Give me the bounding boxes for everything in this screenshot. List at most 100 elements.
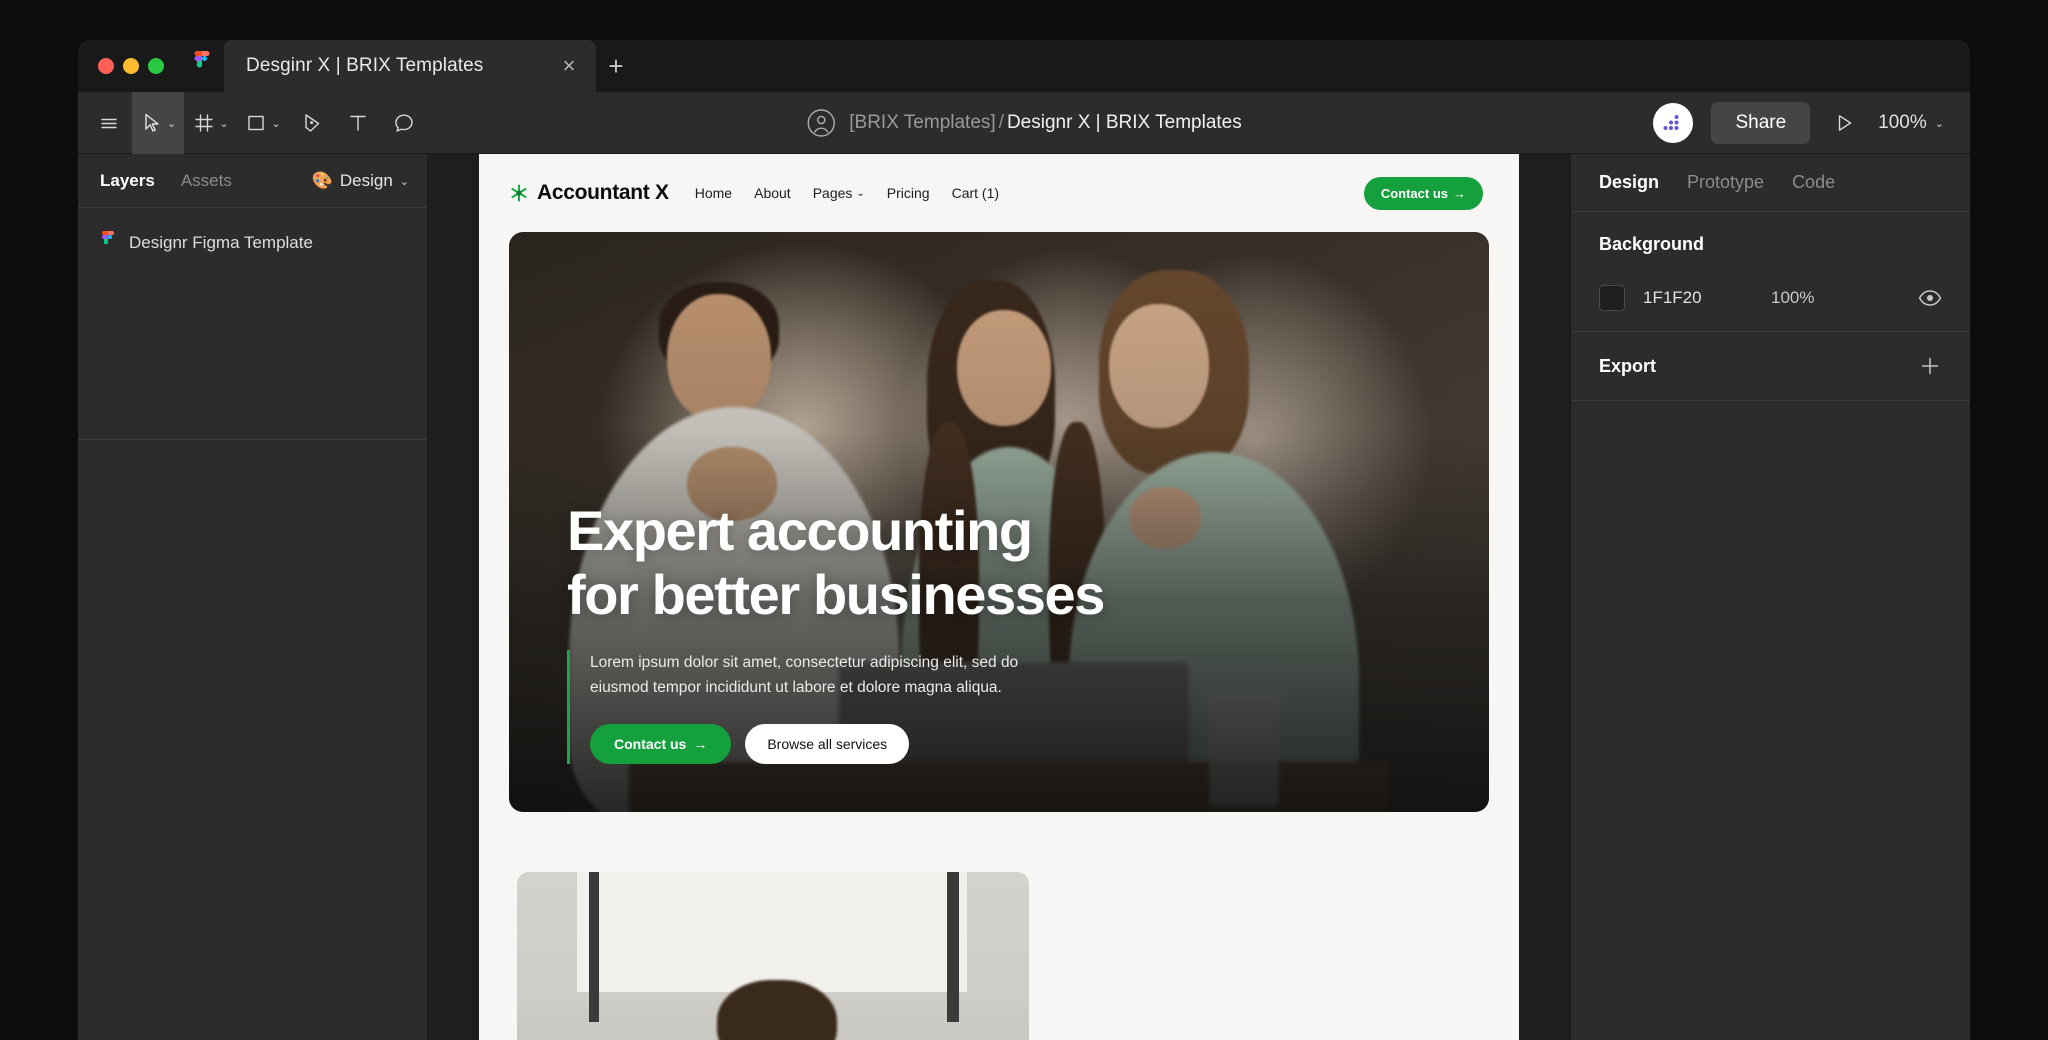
site-logo[interactable]: Accountant X bbox=[509, 181, 669, 205]
workspace: Layers Assets 🎨 Design ⌄ Designr Figma T… bbox=[78, 154, 1970, 1040]
chevron-down-icon[interactable]: ⌄ bbox=[219, 119, 228, 130]
figma-app-window: Desginr X | BRIX Templates × + ⌄ ⌄ ⌄ [BR… bbox=[78, 40, 1970, 1040]
breadcrumb-text[interactable]: [BRIX Templates] / Designr X | BRIX Templa… bbox=[849, 112, 1242, 134]
frame-icon bbox=[195, 113, 213, 132]
eye-icon bbox=[1918, 290, 1942, 306]
right-panel-tabs: Design Prototype Code bbox=[1571, 154, 1970, 212]
asterisk-logo-icon bbox=[511, 184, 527, 202]
comment-tool-button[interactable] bbox=[381, 92, 427, 154]
hero-contact-label: Contact us bbox=[614, 736, 687, 752]
tab-code[interactable]: Code bbox=[1792, 172, 1835, 193]
close-tab-icon[interactable]: × bbox=[558, 55, 580, 77]
palette-icon: 🎨 bbox=[311, 170, 333, 190]
avatar-dots-icon bbox=[1663, 114, 1679, 130]
left-panel-tabs: Layers Assets 🎨 Design ⌄ bbox=[78, 154, 427, 208]
breadcrumb-file: Designr X | BRIX Templates bbox=[1006, 111, 1242, 133]
site-menu-cart[interactable]: Cart (1) bbox=[952, 185, 999, 201]
site-menu-pages[interactable]: Pages ⌄ bbox=[813, 185, 865, 201]
play-icon bbox=[1838, 114, 1852, 131]
close-window-button[interactable] bbox=[98, 58, 114, 74]
pen-tool-button[interactable] bbox=[289, 92, 335, 154]
frame-tool-button[interactable]: ⌄ bbox=[184, 92, 236, 154]
canvas[interactable]: Accountant X Home About Pages ⌄ Pricing … bbox=[428, 154, 1570, 1040]
user-avatar-icon[interactable] bbox=[806, 108, 836, 138]
layers-list: Designr Figma Template bbox=[78, 208, 427, 264]
figma-toolbar: ⌄ ⌄ ⌄ [BRIX Templates] / Designr X | BRI… bbox=[78, 91, 1970, 154]
chevron-down-icon[interactable]: ⌄ bbox=[1935, 119, 1944, 130]
site-menu: Home About Pages ⌄ Pricing Cart (1) bbox=[695, 185, 999, 201]
site-contact-button[interactable]: Contact us → bbox=[1363, 176, 1483, 210]
rectangle-icon bbox=[248, 115, 265, 130]
tab-prototype[interactable]: Prototype bbox=[1687, 172, 1764, 193]
new-tab-button[interactable]: + bbox=[596, 40, 636, 92]
hero-buttons: Contact us → Browse all services bbox=[590, 724, 1429, 764]
arrow-right-icon: → bbox=[693, 736, 708, 752]
zoom-level-label: 100% bbox=[1878, 111, 1927, 133]
hero-heading: Expert accounting for better businesses bbox=[567, 499, 1105, 626]
add-export-button[interactable] bbox=[1918, 354, 1942, 378]
hero-section: Expert accounting for better businesses … bbox=[509, 232, 1489, 812]
background-opacity-value[interactable]: 100% bbox=[1771, 288, 1814, 308]
chevron-down-icon: ⌄ bbox=[856, 187, 865, 199]
figma-logo-icon bbox=[102, 231, 114, 245]
move-tool-button[interactable]: ⌄ bbox=[132, 91, 185, 154]
share-button[interactable]: Share bbox=[1711, 101, 1811, 144]
site-menu-home[interactable]: Home bbox=[695, 185, 732, 201]
background-section: Background 1F1F20 100% bbox=[1571, 212, 1970, 332]
hero-browse-services-button[interactable]: Browse all services bbox=[745, 724, 910, 764]
minimize-window-button[interactable] bbox=[123, 58, 139, 74]
hero-content: Expert accounting for better businesses … bbox=[567, 499, 1429, 764]
figma-logo-icon bbox=[180, 40, 224, 92]
section-two-photo bbox=[517, 872, 1029, 1040]
background-title: Background bbox=[1599, 234, 1705, 254]
site-menu-pricing[interactable]: Pricing bbox=[887, 185, 930, 201]
maximize-window-button[interactable] bbox=[148, 58, 164, 74]
browser-tab[interactable]: Desginr X | BRIX Templates × bbox=[224, 40, 596, 92]
layer-label: Designr Figma Template bbox=[129, 233, 313, 252]
hamburger-menu-icon bbox=[101, 118, 117, 128]
sidebar-divider bbox=[78, 439, 427, 440]
hero-sub-block: Lorem ipsum dolor sit amet, consectetur … bbox=[567, 649, 1429, 764]
breadcrumb: [BRIX Templates] / Designr X | BRIX Templa… bbox=[806, 108, 1242, 138]
design-dropdown-label: Design bbox=[339, 170, 393, 190]
hero-contact-button[interactable]: Contact us → bbox=[590, 724, 732, 764]
chevron-down-icon[interactable]: ⌄ bbox=[271, 119, 280, 130]
site-navbar: Accountant X Home About Pages ⌄ Pricing … bbox=[479, 154, 1519, 232]
breadcrumb-separator: / bbox=[998, 111, 1004, 133]
list-item[interactable]: Designr Figma Template bbox=[78, 222, 427, 264]
tab-strip: Desginr X | BRIX Templates × + bbox=[224, 40, 636, 92]
text-tool-button[interactable] bbox=[335, 92, 381, 154]
site-section-two bbox=[479, 812, 1519, 1040]
tab-design[interactable]: Design bbox=[1599, 172, 1659, 193]
chevron-down-icon[interactable]: ⌄ bbox=[400, 177, 409, 188]
tab-assets[interactable]: Assets bbox=[181, 171, 232, 191]
breadcrumb-project: [BRIX Templates] bbox=[849, 111, 996, 133]
website-frame: Accountant X Home About Pages ⌄ Pricing … bbox=[479, 154, 1519, 1040]
present-button[interactable] bbox=[1828, 107, 1860, 139]
hero-subtext: Lorem ipsum dolor sit amet, consectetur … bbox=[590, 653, 1019, 696]
background-row: 1F1F20 100% bbox=[1599, 285, 1942, 311]
site-menu-about[interactable]: About bbox=[754, 185, 791, 201]
chevron-down-icon[interactable]: ⌄ bbox=[167, 119, 176, 130]
shape-tool-button[interactable]: ⌄ bbox=[236, 92, 288, 154]
title-bar: Desginr X | BRIX Templates × + bbox=[78, 40, 1970, 92]
avatar[interactable] bbox=[1653, 102, 1694, 143]
design-file-dropdown[interactable]: 🎨 Design ⌄ bbox=[312, 171, 409, 191]
export-title: Export bbox=[1599, 355, 1657, 376]
tool-group: ⌄ ⌄ ⌄ bbox=[78, 91, 427, 154]
text-icon bbox=[349, 115, 366, 131]
tab-layers[interactable]: Layers bbox=[100, 171, 155, 191]
main-menu-button[interactable] bbox=[86, 92, 132, 154]
arrow-right-icon: → bbox=[1453, 185, 1466, 201]
zoom-control[interactable]: 100% ⌄ bbox=[1878, 112, 1944, 134]
site-logo-text: Accountant X bbox=[537, 181, 669, 204]
pen-icon bbox=[304, 113, 319, 132]
background-color-swatch[interactable] bbox=[1599, 285, 1625, 311]
tab-title: Desginr X | BRIX Templates bbox=[246, 55, 484, 76]
site-contact-label: Contact us bbox=[1380, 185, 1448, 201]
background-hex-value[interactable]: 1F1F20 bbox=[1643, 288, 1753, 308]
right-sidebar: Design Prototype Code Background 1F1F20 … bbox=[1570, 154, 1970, 1040]
toolbar-right-group: Share 100% ⌄ bbox=[1653, 101, 1970, 144]
export-section: Export bbox=[1571, 332, 1970, 401]
visibility-toggle-button[interactable] bbox=[1918, 289, 1942, 307]
